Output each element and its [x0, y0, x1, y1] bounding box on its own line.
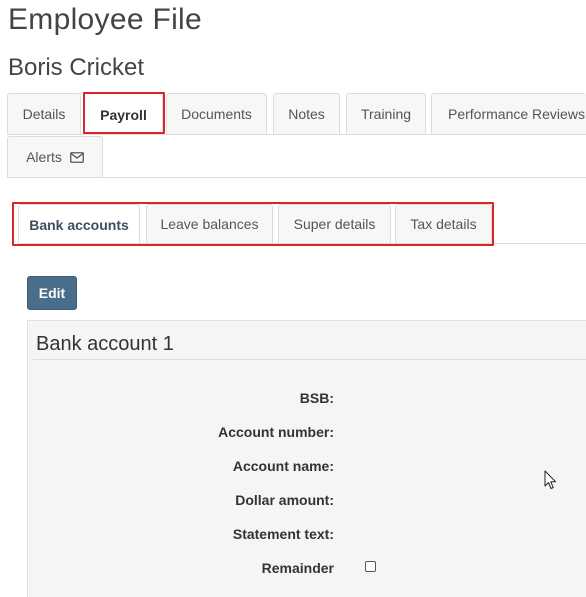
remainder-checkbox[interactable]	[365, 561, 376, 572]
subtab-label: Super details	[293, 216, 376, 232]
tab-performance-reviews[interactable]: Performance Reviews	[431, 93, 586, 134]
account-name-label: Account name:	[232, 458, 334, 474]
tab-label: Training	[360, 106, 412, 122]
subtab-label: Bank accounts	[29, 216, 129, 233]
tab-details[interactable]: Details	[7, 93, 81, 134]
mouse-cursor-icon	[544, 470, 556, 489]
tab-label: Notes	[288, 106, 325, 122]
tab-row-divider	[7, 134, 586, 135]
employee-name: Boris Cricket	[8, 54, 145, 81]
tab-label: Details	[22, 106, 66, 122]
edit-button[interactable]: Edit	[27, 276, 77, 310]
dollar-amount-label: Dollar amount:	[235, 492, 334, 508]
remainder-label: Remainder	[261, 560, 334, 576]
main-tabs: Details Payroll Documents Notes Training…	[0, 92, 586, 178]
subtab-divider	[18, 243, 586, 244]
panel-divider	[33, 359, 586, 360]
subtab-super-details[interactable]: Super details	[278, 204, 391, 243]
page-title: Employee File	[8, 3, 202, 36]
subtab-bank-accounts[interactable]: Bank accounts	[18, 204, 140, 244]
mail-icon	[69, 151, 84, 163]
bsb-label: BSB:	[299, 390, 334, 406]
tab-row-divider	[7, 177, 586, 178]
tab-label: Documents	[181, 106, 252, 122]
tab-payroll[interactable]: Payroll	[84, 93, 163, 135]
bank-account-title: Bank account 1	[36, 333, 174, 355]
tab-training[interactable]: Training	[346, 93, 426, 134]
bank-account-panel: Bank account 1 BSB: Account number: Acco…	[27, 320, 586, 597]
account-number-label: Account number:	[218, 424, 334, 440]
tab-label: Payroll	[100, 106, 147, 123]
subtab-label: Leave balances	[160, 216, 259, 232]
payroll-subtabs: Bank accounts Leave balances Super detai…	[0, 202, 586, 246]
subtab-leave-balances[interactable]: Leave balances	[146, 204, 273, 243]
tab-documents[interactable]: Documents	[166, 93, 267, 134]
tab-label: Alerts	[26, 149, 62, 165]
tab-label: Performance Reviews	[448, 106, 585, 122]
statement-text-label: Statement text:	[232, 526, 334, 542]
subtab-label: Tax details	[410, 216, 477, 232]
tab-notes[interactable]: Notes	[273, 93, 340, 134]
tab-alerts[interactable]: Alerts	[7, 136, 103, 177]
subtab-tax-details[interactable]: Tax details	[395, 204, 492, 243]
